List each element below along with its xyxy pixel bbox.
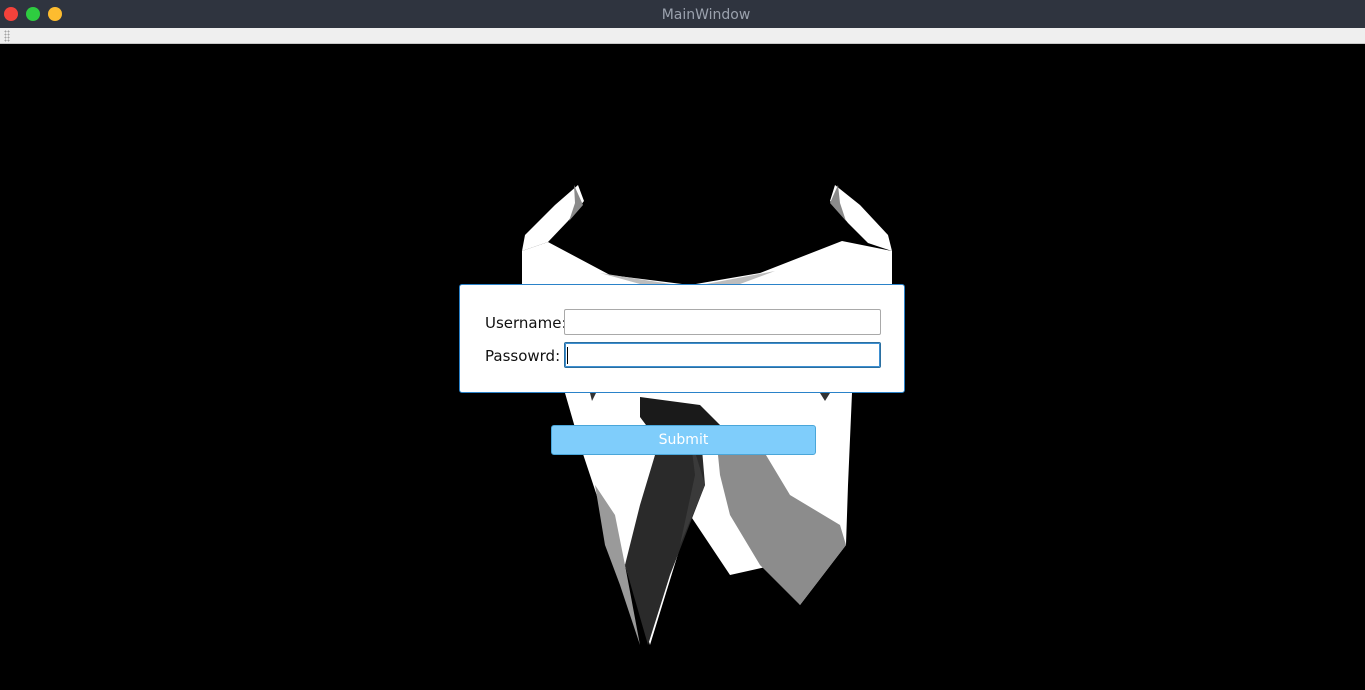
central-widget: Username: Passowrd: Submit bbox=[0, 45, 1365, 690]
toolbar bbox=[0, 28, 1365, 44]
title-bar[interactable]: MainWindow bbox=[0, 0, 1365, 28]
toolbar-grip-icon[interactable] bbox=[4, 30, 10, 42]
close-window-button[interactable] bbox=[4, 7, 18, 21]
username-input[interactable] bbox=[564, 309, 881, 335]
text-cursor bbox=[567, 347, 568, 364]
collar-band bbox=[522, 241, 892, 285]
password-label: Passowrd: bbox=[485, 347, 561, 365]
minimize-window-button[interactable] bbox=[48, 7, 62, 21]
login-panel: Username: Passowrd: bbox=[459, 284, 905, 393]
window-title: MainWindow bbox=[661, 7, 751, 23]
username-label: Username: bbox=[485, 314, 567, 332]
main-window: MainWindow Username: Passowrd: Submit bbox=[0, 0, 1365, 690]
password-input[interactable] bbox=[564, 342, 881, 368]
right-collar-shape bbox=[830, 185, 892, 251]
submit-button[interactable]: Submit bbox=[551, 425, 816, 455]
maximize-window-button[interactable] bbox=[26, 7, 40, 21]
